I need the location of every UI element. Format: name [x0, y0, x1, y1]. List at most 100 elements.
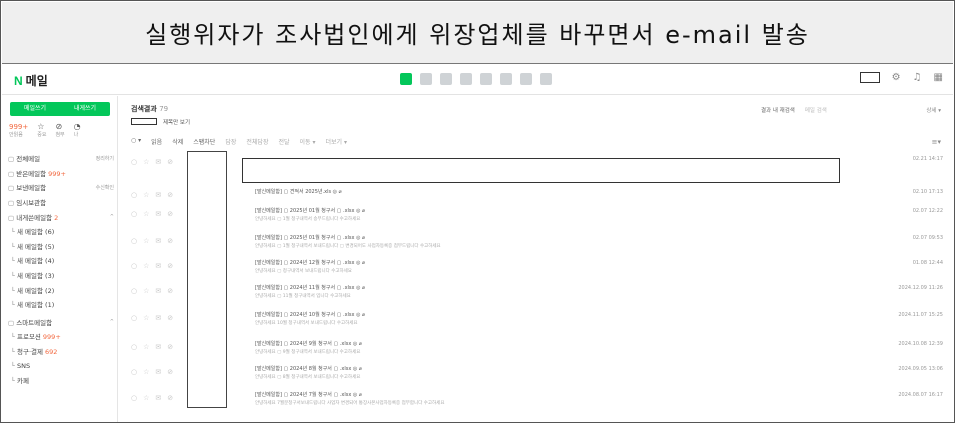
toolbar-action[interactable]: 스팸차단 — [193, 137, 215, 146]
checkbox[interactable]: ○ — [131, 158, 137, 166]
compose-button[interactable]: 메일쓰기 — [10, 102, 60, 116]
folder-item[interactable]: └ SNS — [8, 358, 114, 373]
attachment-icon[interactable]: ⊘ — [167, 314, 173, 322]
contacts-app-icon[interactable] — [440, 73, 452, 85]
folder-item[interactable]: └ 청구·결제 692 — [8, 344, 114, 359]
stat-item[interactable]: 999+ 안읽음 — [9, 122, 28, 138]
attachment-icon[interactable]: ⊘ — [167, 210, 173, 218]
mail-row[interactable]: ○☆✉⊘2[발신메일함] ▢ 2025년 01월 청구서 ▢ .xlsx ◎ ⌀… — [131, 206, 947, 226]
checkbox[interactable]: ○ — [131, 343, 137, 351]
attachment-icon[interactable]: ⊘ — [167, 368, 173, 376]
checkbox[interactable]: ○ — [131, 287, 137, 295]
read-status-icon[interactable]: ✉ — [155, 394, 161, 402]
star-icon[interactable]: ☆ — [143, 343, 149, 351]
settings-icon[interactable]: ⚙ — [892, 72, 901, 83]
mail-subject[interactable]: [발신메일함] ▢ 2024년 9월 청구서 ▢ .xlsx ◎ ⌀ — [255, 340, 362, 347]
star-icon[interactable]: ☆ — [143, 314, 149, 322]
folder-item[interactable]: ▢ 보낸메일함 수신확인 — [8, 180, 114, 195]
checkbox[interactable]: ○ — [131, 210, 137, 218]
mail-subject[interactable]: [발신메일함] ▢ 2024년 12월 청구서 ▢ .xlsx ◎ ⌀ — [255, 259, 365, 266]
folder-aux-action[interactable]: 수신확인 — [96, 184, 114, 191]
folder-item[interactable]: └ 새 메일함 (1) — [8, 297, 114, 312]
checkbox[interactable]: ○ — [131, 394, 137, 402]
research-input[interactable]: 메일 검색 — [805, 106, 827, 114]
attachment-icon[interactable]: ⊘ — [167, 262, 173, 270]
attachment-icon[interactable]: ⊘ — [167, 343, 173, 351]
attachment-icon[interactable]: ⊘ — [167, 394, 173, 402]
mail-subject[interactable]: [발신메일함] ▢ 2024년 10월 청구서 ▢ .xlsx ◎ ⌀ — [255, 311, 365, 318]
subject-only-toggle[interactable]: 제목만 보기 — [163, 118, 190, 126]
read-status-icon[interactable]: ✉ — [155, 368, 161, 376]
toolbar-action[interactable]: 더보기 ▾ — [326, 137, 347, 146]
star-icon[interactable]: ☆ — [143, 237, 149, 245]
checkbox[interactable]: ○ — [131, 237, 137, 245]
mail-subject[interactable]: [발신메일함] ▢ 견적서 2025년.xls ◎ ⌀ — [255, 188, 342, 195]
compose-self-button[interactable]: 내게쓰기 — [60, 102, 110, 116]
toolbar-action[interactable]: 전달 — [278, 137, 289, 146]
mail-subject[interactable]: [발신메일함] ▢ 2024년 8월 청구서 ▢ .xlsx ◎ ⌀ — [255, 365, 362, 372]
toolbar-action[interactable]: ○ ▾ — [131, 137, 141, 146]
checkbox[interactable]: ○ — [131, 191, 137, 199]
mybox-app-icon[interactable] — [480, 73, 492, 85]
read-status-icon[interactable]: ✉ — [155, 314, 161, 322]
attachment-icon[interactable]: ⊘ — [167, 191, 173, 199]
sort-icon[interactable]: ≡▾ — [932, 138, 941, 146]
folder-item[interactable]: ▢ 스마트메일함 ^ — [8, 315, 114, 330]
memo-app-icon[interactable] — [460, 73, 472, 85]
read-status-icon[interactable]: ✉ — [155, 158, 161, 166]
read-status-icon[interactable]: ✉ — [155, 262, 161, 270]
toolbar-action[interactable]: 이동 ▾ — [300, 137, 316, 146]
read-status-icon[interactable]: ✉ — [155, 287, 161, 295]
calendar-app-icon[interactable] — [420, 73, 432, 85]
toolbar-action[interactable]: 읽음 — [151, 137, 162, 146]
star-icon[interactable]: ☆ — [143, 210, 149, 218]
mail-row[interactable]: ○☆✉⊘8[발신메일함] ▢ 2024년 8월 청구서 ▢ .xlsx ◎ ⌀안… — [131, 364, 947, 384]
folder-aux-action[interactable]: ^ — [110, 319, 114, 325]
stat-item[interactable]: ☆ 중요 — [37, 122, 46, 138]
office-app-icon[interactable] — [520, 73, 532, 85]
checkbox[interactable]: ○ — [131, 314, 137, 322]
folder-item[interactable]: └ 카페 — [8, 373, 114, 388]
toolbar-action[interactable]: 삭제 — [172, 137, 183, 146]
mail-logo[interactable]: N 메일 — [14, 72, 48, 89]
stat-item[interactable]: ⊘ 첨부 — [55, 122, 64, 138]
mail-row[interactable]: ○☆✉⊘4[발신메일함] ▢ 2024년 12월 청구서 ▢ .xlsx ◎ ⌀… — [131, 258, 947, 278]
read-status-icon[interactable]: ✉ — [155, 237, 161, 245]
stat-item[interactable]: ◔ 나 — [74, 122, 81, 138]
star-icon[interactable]: ☆ — [143, 191, 149, 199]
mail-app-icon[interactable] — [400, 73, 412, 85]
folder-item[interactable]: ▢ 내게쓴메일함 2 ^ — [8, 209, 114, 224]
star-icon[interactable]: ☆ — [143, 262, 149, 270]
detail-search-button[interactable]: 상세 ▾ — [926, 106, 941, 114]
star-icon[interactable]: ☆ — [143, 287, 149, 295]
mail-subject[interactable]: [발신메일함] ▢ 2024년 7월 청구서 ▢ .xlsx ◎ ⌀ — [255, 391, 362, 398]
folder-item[interactable]: ▢ 전체메일 정리하기 — [8, 151, 114, 166]
checkbox[interactable]: ○ — [131, 368, 137, 376]
mail-row[interactable]: ○☆✉⊘1[발신메일함] ▢ 견적서 2025년.xls ◎ ⌀02.10 17… — [131, 187, 947, 207]
mail-subject[interactable]: [발신메일함] ▢ 2024년 11월 청구서 ▢ .xlsx ◎ ⌀ — [255, 284, 365, 291]
star-icon[interactable]: ☆ — [143, 158, 149, 166]
read-status-icon[interactable]: ✉ — [155, 210, 161, 218]
folder-aux-action[interactable]: ^ — [110, 214, 114, 220]
read-status-icon[interactable]: ✉ — [155, 191, 161, 199]
mail-subject[interactable]: [발신메일함] ▢ 2025년 01월 청구서 ▢ .xlsx ◎ ⌀ — [255, 234, 365, 241]
folder-item[interactable]: ▢ 받은메일함 999+ — [8, 166, 114, 181]
bell-icon[interactable]: ♫ — [913, 72, 922, 83]
folder-item[interactable]: └ 새 메일함 (6) — [8, 224, 114, 239]
mail-subject[interactable]: [발신메일함] ▢ 2025년 01월 청구서 ▢ .xlsx ◎ ⌀ — [255, 207, 365, 214]
toolbar-action[interactable]: 답장 — [225, 137, 236, 146]
apps-grid-icon[interactable]: ▦ — [934, 72, 943, 83]
star-icon[interactable]: ☆ — [143, 394, 149, 402]
attachment-icon[interactable]: ⊘ — [167, 237, 173, 245]
bookmark-app-icon[interactable] — [540, 73, 552, 85]
folder-item[interactable]: └ 프로모션 999+ — [8, 329, 114, 344]
folder-item[interactable]: ▢ 임시보관함 — [8, 195, 114, 210]
folder-item[interactable]: └ 새 메일함 (4) — [8, 253, 114, 268]
checkbox[interactable]: ○ — [131, 262, 137, 270]
folder-item[interactable]: └ 새 메일함 (5) — [8, 239, 114, 254]
mail-row[interactable]: ○☆✉⊘7[발신메일함] ▢ 2024년 9월 청구서 ▢ .xlsx ◎ ⌀안… — [131, 339, 947, 359]
attachment-icon[interactable]: ⊘ — [167, 287, 173, 295]
folder-item[interactable]: └ 새 메일함 (2) — [8, 282, 114, 297]
folder-item[interactable]: └ 새 메일함 (3) — [8, 268, 114, 283]
star-icon[interactable]: ☆ — [143, 368, 149, 376]
